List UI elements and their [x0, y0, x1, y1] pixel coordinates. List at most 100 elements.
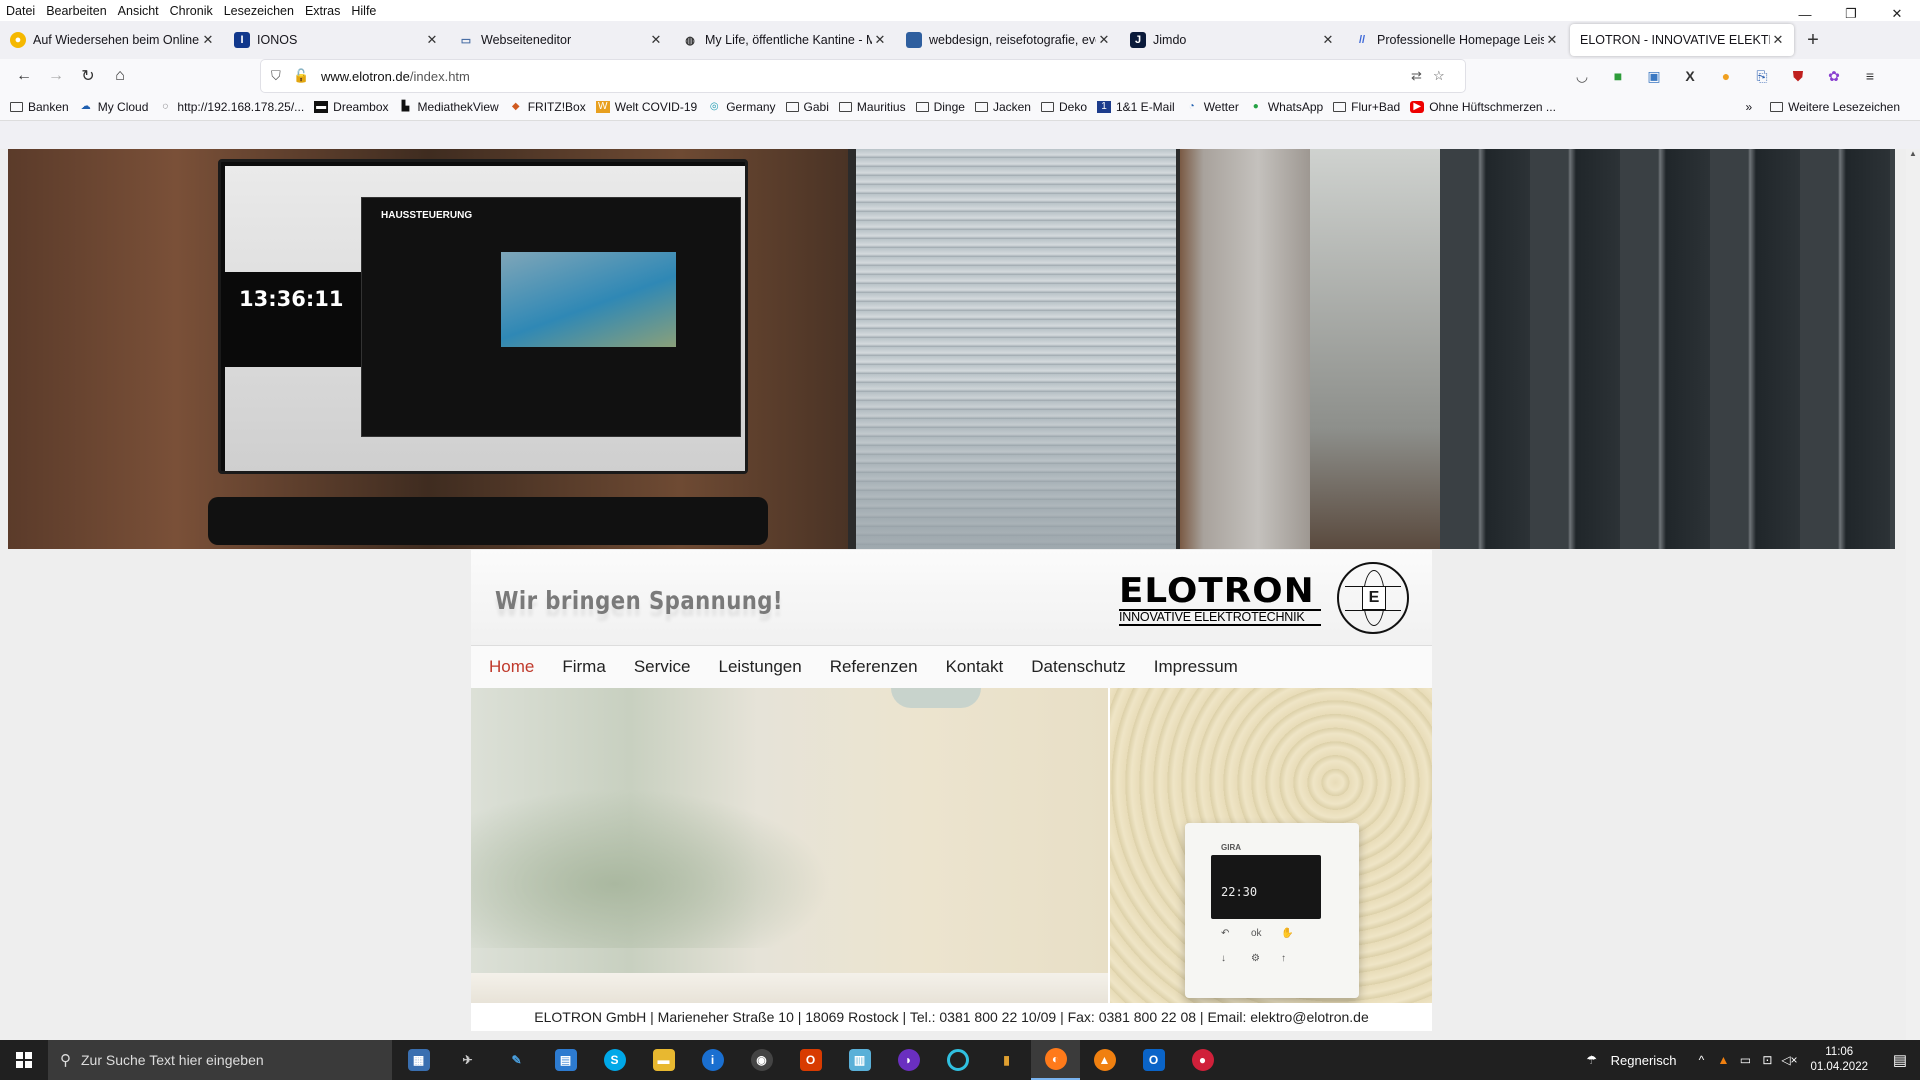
bookmark-whatsapp[interactable]: ● WhatsApp — [1249, 100, 1323, 114]
translate-icon[interactable]: ⇄ — [1411, 68, 1433, 84]
tab-my-life[interactable]: ◍ My Life, öffentliche Kantine - M ✕ — [672, 21, 896, 59]
close-icon[interactable]: ✕ — [1544, 32, 1560, 48]
nav-datenschutz[interactable]: Datenschutz — [1031, 657, 1126, 677]
url-text[interactable]: www.elotron.de/index.htm — [315, 69, 1411, 84]
start-button[interactable] — [0, 1040, 48, 1080]
tab-webseiteneditor[interactable]: ▭ Webseiteneditor ✕ — [448, 21, 672, 59]
taskbar-app-2[interactable]: ✈ — [443, 1040, 492, 1080]
bookmark-deko[interactable]: Deko — [1040, 100, 1087, 114]
taskbar-calculator[interactable]: ▦ — [394, 1040, 443, 1080]
bookmark-1und1-email[interactable]: 1 1&1 E-Mail — [1097, 100, 1175, 114]
pocket-icon[interactable]: ◡ — [1565, 61, 1599, 91]
menu-datei[interactable]: Datei — [6, 4, 35, 18]
bookmark-star-icon[interactable]: ☆ — [1433, 68, 1455, 84]
weather-widget[interactable]: ☂ Regnerisch — [1581, 1053, 1676, 1068]
insecure-lock-icon[interactable]: 🔓 — [293, 68, 315, 84]
taskbar-app-13[interactable]: ▮ — [982, 1040, 1031, 1080]
nav-kontakt[interactable]: Kontakt — [946, 657, 1004, 677]
tab-webdesign[interactable]: webdesign, reisefotografie, eve ✕ — [896, 21, 1120, 59]
taskbar-app-11[interactable]: ◗ — [884, 1040, 933, 1080]
chevron-up-icon[interactable]: ^ — [1690, 1053, 1712, 1067]
nav-leistungen[interactable]: Leistungen — [719, 657, 802, 677]
menu-ansicht[interactable]: Ansicht — [118, 4, 159, 18]
close-icon[interactable]: ✕ — [200, 32, 216, 48]
taskbar-app-17[interactable]: ● — [1178, 1040, 1227, 1080]
taskbar-app-3[interactable]: ✎ — [492, 1040, 541, 1080]
close-window-icon[interactable]: ✕ — [1874, 0, 1920, 28]
bookmark-my-cloud[interactable]: ☁ My Cloud — [79, 100, 149, 114]
shield-icon[interactable]: ⛉ — [271, 68, 293, 84]
nav-impressum[interactable]: Impressum — [1154, 657, 1238, 677]
taskbar-explorer[interactable]: ▬ — [639, 1040, 688, 1080]
bookmark-router[interactable]: ◌ http://192.168.178.25/... — [158, 100, 304, 114]
bookmark-banken[interactable]: Banken — [10, 100, 69, 114]
elotron-logo[interactable]: ELOTRON INNOVATIVE ELEKTROTECHNIK — [1119, 574, 1321, 627]
close-icon[interactable]: ✕ — [424, 32, 440, 48]
restore-icon[interactable]: ❐ — [1828, 0, 1874, 28]
display-icon[interactable]: ▭ — [1734, 1053, 1756, 1067]
reload-icon[interactable]: ↻ — [72, 61, 104, 91]
taskbar-cortana[interactable] — [933, 1040, 982, 1080]
bookmark-mediathekview[interactable]: ▙ MediathekView — [399, 100, 499, 114]
menu-chronik[interactable]: Chronik — [170, 4, 213, 18]
taskbar-office[interactable]: O — [786, 1040, 835, 1080]
home-icon[interactable]: ⌂ — [104, 61, 136, 91]
nav-referenzen[interactable]: Referenzen — [830, 657, 918, 677]
tab-norton[interactable]: ● Auf Wiedersehen beim Online B ✕ — [0, 21, 224, 59]
volume-icon[interactable]: ◁× — [1778, 1053, 1800, 1067]
notification-icon[interactable]: ▤ — [1880, 1051, 1920, 1069]
ublock-icon[interactable]: ⛊ — [1781, 61, 1815, 91]
taskbar-firefox[interactable]: ◐ — [1031, 1040, 1080, 1080]
orange-extension-icon[interactable]: ● — [1709, 61, 1743, 91]
close-icon[interactable]: ✕ — [1320, 32, 1336, 48]
bookmark-youtube[interactable]: ▶ Ohne Hüftschmerzen ... — [1410, 100, 1556, 114]
network-icon[interactable]: ⊡ — [1756, 1053, 1778, 1067]
bookmark-wetter[interactable]: ◔ Wetter — [1185, 100, 1239, 114]
bookmark-gabi[interactable]: Gabi — [785, 100, 829, 114]
translator-icon[interactable]: ⎘ — [1745, 61, 1779, 91]
menu-extras[interactable]: Extras — [305, 4, 340, 18]
taskbar-app-10[interactable]: ▥ — [835, 1040, 884, 1080]
bookmark-weitere[interactable]: Weitere Lesezeichen — [1770, 100, 1900, 114]
scroll-up-icon[interactable]: ▲ — [1906, 149, 1920, 163]
forward-icon[interactable]: → — [40, 61, 72, 91]
tab-professionelle-homepage[interactable]: // Professionelle Homepage Leist ✕ — [1344, 21, 1568, 59]
taskbar-clock[interactable]: 11:06 01.04.2022 — [1810, 1045, 1868, 1075]
close-icon[interactable]: ✕ — [1096, 32, 1112, 48]
nav-home[interactable]: Home — [489, 657, 534, 677]
tab-ionos[interactable]: I IONOS ✕ — [224, 21, 448, 59]
extension-green-icon[interactable]: ■ — [1601, 61, 1635, 91]
minimize-icon[interactable]: — — [1782, 0, 1828, 28]
vlc-tray-icon[interactable]: ▲ — [1712, 1053, 1734, 1067]
url-bar[interactable]: ⛉ 🔓 www.elotron.de/index.htm ⇄ ☆ — [261, 60, 1465, 92]
close-icon[interactable]: ✕ — [1770, 32, 1786, 48]
menu-bearbeiten[interactable]: Bearbeiten — [46, 4, 106, 18]
taskbar-app-8[interactable]: ◉ — [737, 1040, 786, 1080]
bookmark-welt-covid[interactable]: W Welt COVID-19 — [595, 100, 697, 114]
bookmark-fritzbox[interactable]: ◆ FRITZ!Box — [509, 100, 586, 114]
bookmark-germany[interactable]: ◎ Germany — [707, 100, 776, 114]
bookmark-jacken[interactable]: Jacken — [974, 100, 1031, 114]
taskbar-app-15[interactable]: ▲ — [1080, 1040, 1129, 1080]
taskbar-info[interactable]: i — [688, 1040, 737, 1080]
bookmark-flur-bad[interactable]: Flur+Bad — [1333, 100, 1400, 114]
purple-extension-icon[interactable]: ✿ — [1817, 61, 1851, 91]
nav-service[interactable]: Service — [634, 657, 691, 677]
taskbar-outlook[interactable]: O — [1129, 1040, 1178, 1080]
page-scrollbar[interactable]: ▲ — [1906, 149, 1920, 1040]
close-icon[interactable]: ✕ — [648, 32, 664, 48]
tab-elotron[interactable]: ELOTRON - INNOVATIVE ELEKTROT ✕ — [1570, 24, 1794, 56]
menu-lesezeichen[interactable]: Lesezeichen — [224, 4, 294, 18]
menu-hilfe[interactable]: Hilfe — [351, 4, 376, 18]
bookmark-dreambox[interactable]: ▬ Dreambox — [314, 100, 389, 114]
chevron-more-icon[interactable]: » — [1745, 100, 1752, 114]
screenshot-icon[interactable]: ▣ — [1637, 61, 1671, 91]
taskbar-skype[interactable]: S — [590, 1040, 639, 1080]
tab-jimdo[interactable]: J Jimdo ✕ — [1120, 21, 1344, 59]
back-icon[interactable]: ← — [8, 61, 40, 91]
x-extension-icon[interactable]: X — [1673, 61, 1707, 91]
taskbar-store[interactable]: ▤ — [541, 1040, 590, 1080]
close-icon[interactable]: ✕ — [872, 32, 888, 48]
bookmark-mauritius[interactable]: Mauritius — [838, 100, 906, 114]
nav-firma[interactable]: Firma — [562, 657, 605, 677]
